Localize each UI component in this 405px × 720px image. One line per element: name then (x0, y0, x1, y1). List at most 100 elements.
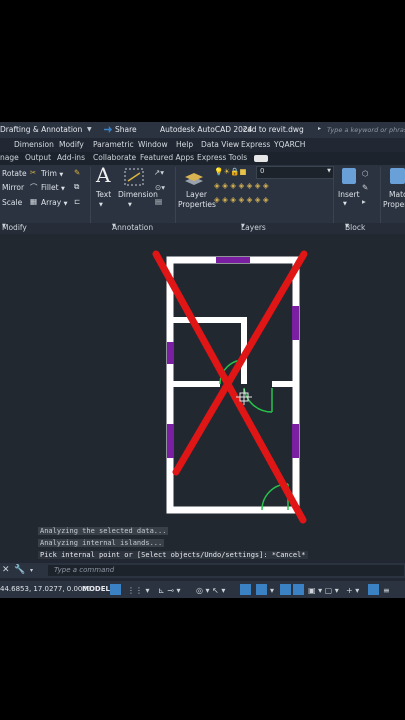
tab-express-tools[interactable]: Express Tools (197, 153, 247, 162)
chevron-down-icon[interactable]: ▼ (128, 202, 132, 208)
lineweight-toggle-icon: ▾ (270, 586, 274, 595)
chevron-down-icon[interactable]: ▼ (343, 201, 347, 207)
share-icon (104, 126, 112, 133)
fillet-icon: ⌒ (30, 183, 38, 192)
selection-cycling-icon (293, 584, 304, 595)
layer-properties-label-1[interactable]: Layer (186, 190, 207, 199)
command-bar: ✕ 🔧 ▾ Type a command (0, 563, 405, 578)
tab-output[interactable]: Output (25, 153, 51, 162)
ribbon-panel-titles: Modify ▼ Annotation ▼ Layers ▼ Block ▼ (0, 223, 405, 234)
chevron-down-icon[interactable]: ▾ (30, 567, 33, 574)
trim-button[interactable]: Trim ▼ (41, 169, 63, 178)
tab-manage[interactable]: nage (0, 153, 19, 162)
menu-dimension[interactable]: Dimension (14, 140, 54, 149)
layer-state-icons[interactable]: 💡☀🔒■ (214, 167, 247, 176)
menu-data-view[interactable]: Data View (201, 140, 239, 149)
dimension-button[interactable]: Dimension (118, 190, 158, 199)
isolate-objects-icon (368, 584, 379, 595)
command-history-line: Analyzing internal islands... (38, 539, 165, 547)
insert-button[interactable]: Insert (338, 190, 360, 199)
drawing-canvas[interactable]: Analyzing the selected data... Analyzing… (0, 234, 405, 560)
menu-parametric[interactable]: Parametric (93, 140, 134, 149)
cross-mark (172, 250, 308, 476)
tab-add-ins[interactable]: Add-ins (57, 153, 85, 162)
chevron-down-icon: ▼ (59, 172, 64, 178)
leader-icon[interactable]: ↗▾ (154, 168, 164, 177)
fillet-button[interactable]: Fillet ▼ (41, 183, 65, 192)
scale-button[interactable]: Scale (2, 198, 22, 207)
ribbon-minimize-toggle[interactable] (254, 155, 268, 162)
edit-block-icon[interactable]: ✎ (362, 183, 368, 192)
tab-collaborate[interactable]: Collaborate (93, 153, 136, 162)
array-button[interactable]: Array ▼ (41, 198, 67, 207)
window-right-upper (292, 306, 299, 340)
table-icon[interactable]: ▤ (155, 197, 162, 206)
match-properties-label-2[interactable]: Proper (383, 200, 405, 209)
window-top (216, 257, 250, 263)
wrench-icon[interactable]: 🔧 (14, 565, 25, 575)
panel-title-annotation-label: Annotation (112, 223, 154, 232)
command-input[interactable]: Type a command (48, 565, 404, 576)
trim-label: Trim (41, 169, 57, 178)
document-name: cad to revit.dwg (243, 125, 304, 134)
title-bar: Drafting & Annotation ▼ Share Autodesk A… (0, 122, 405, 138)
rotate-button[interactable]: Rotate (2, 169, 27, 178)
snap-toggle-icon: ⋮⋮ ▾ (127, 586, 150, 595)
dimension-icon-line (127, 172, 141, 182)
dimension-label: Dimension (118, 190, 158, 199)
workspace-switcher[interactable]: Drafting & Annotation (0, 125, 82, 134)
status-toggle-icons[interactable]: ⋮⋮ ▾ ⊾ ⊸ ▾ ◎ ▾ ↖ ▾ ▾ ▣ ▾ ▢ ▾ + ▾ ≡ (110, 584, 405, 595)
ortho-toggle-icon: ⊾ ⊸ ▾ (158, 586, 181, 595)
layer-properties-icon[interactable] (183, 169, 205, 187)
app-title: Autodesk AutoCAD 2024 (160, 125, 253, 134)
command-history-line: Pick internal point or [Select objects/U… (38, 551, 308, 559)
layer-properties-label-2[interactable]: Properties (178, 200, 216, 209)
status-bar: 44.6853, 17.0277, 0.0000 MODEL ⋮⋮ ▾ ⊾ ⊸ … (0, 581, 405, 598)
chevron-down-icon: ▼ (2, 223, 6, 229)
block-attribute-icon[interactable]: ▸ (362, 197, 366, 206)
text-label: Text (96, 190, 112, 199)
offset-icon[interactable]: ⊏ (74, 197, 80, 206)
text-icon[interactable]: A (96, 163, 110, 187)
tab-featured-apps[interactable]: Featured Apps (140, 153, 194, 162)
rotate-label: Rotate (2, 169, 27, 178)
dimension-icon[interactable] (124, 168, 144, 186)
create-block-icon[interactable]: ⬡ (362, 169, 369, 178)
window-left-lower (167, 424, 174, 458)
mirror-button[interactable]: Mirror (2, 183, 24, 192)
coordinate-readout: 44.6853, 17.0277, 0.0000 (0, 585, 92, 593)
array-label: Array (41, 198, 62, 207)
share-button[interactable]: Share (104, 125, 137, 134)
menu-window[interactable]: Window (138, 140, 168, 149)
fillet-label: Fillet (41, 183, 59, 192)
close-icon[interactable]: ✕ (2, 565, 10, 575)
text-button[interactable]: Text (96, 190, 111, 199)
insert-block-icon[interactable] (342, 168, 356, 184)
menu-express[interactable]: Express (241, 140, 270, 149)
copy-icon[interactable]: ⧉ (74, 182, 79, 192)
command-history-line: Analyzing the selected data... (38, 527, 169, 535)
chevron-down-icon[interactable]: ▼ (87, 126, 92, 133)
layer-tools-row-1[interactable]: ◈ ◈ ◈ ◈ ◈ ◈ ◈ (214, 181, 269, 190)
chevron-down-icon: ▼ (112, 223, 116, 229)
leader-icon-2[interactable]: ⊙▾ (155, 183, 165, 192)
menu-yqarch[interactable]: YQARCH (274, 140, 305, 149)
chevron-down-icon: ▼ (345, 223, 349, 229)
grid-toggle-icon (110, 584, 121, 595)
chevron-down-icon: ▼ (241, 223, 245, 229)
mirror-label: Mirror (2, 183, 25, 192)
menu-help[interactable]: Help (176, 140, 193, 149)
chevron-down-icon[interactable]: ▼ (99, 202, 103, 208)
model-space-button[interactable]: MODEL (82, 585, 110, 593)
layer-dropdown[interactable]: 0 ▼ (256, 166, 334, 179)
layer-tools-row-2[interactable]: ◈ ◈ ◈ ◈ ◈ ◈ ◈ (214, 195, 269, 204)
search-input[interactable]: Type a keyword or phrase (327, 124, 405, 136)
match-properties-icon[interactable] (390, 168, 405, 184)
menu-modify[interactable]: Modify (59, 140, 84, 149)
polar-toggle-icon: ◎ ▾ ↖ ▾ (196, 586, 225, 595)
scale-label: Scale (2, 198, 23, 207)
chevron-right-icon[interactable]: ▸ (318, 125, 321, 132)
erase-icon[interactable]: ✎ (74, 168, 80, 177)
match-properties-label-1[interactable]: Matc (389, 190, 405, 199)
annotation-scale-icon: ▣ ▾ ▢ ▾ (308, 586, 339, 595)
